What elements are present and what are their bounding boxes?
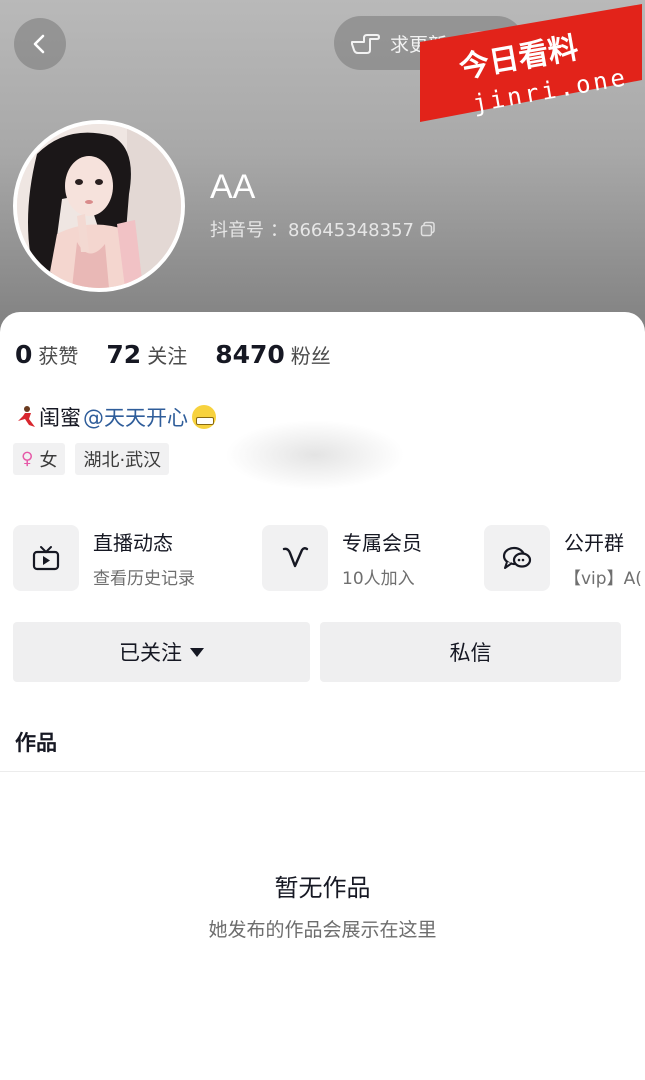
watermark-logo: 今日看料 jinri.one [420,4,642,122]
empty-state-title: 暂无作品 [274,874,371,902]
bio-mention-link[interactable]: @天天开心 [83,402,188,432]
nickname: AA [210,168,256,206]
feature-subtitle: 10人加入 [342,569,415,589]
gender-label: 女 [39,450,58,471]
stat-label: 粉丝 [290,344,331,368]
membership-feature-entry[interactable]: 专属会员 10人加入 [262,525,422,591]
location-tag: 湖北·武汉 [75,443,170,475]
tab-works[interactable]: 作品 [15,727,57,757]
pointing-hand-icon [351,34,380,54]
avatar-image [17,124,181,288]
location-label: 湖北·武汉 [83,450,162,471]
avatar[interactable] [13,120,185,292]
blurred-region [225,420,405,490]
stat-label: 获赞 [38,344,79,368]
female-icon: ♀ [21,449,34,469]
bio: 闺蜜 @天天开心 [15,402,216,432]
message-button[interactable]: 私信 [320,622,621,682]
dancer-emoji-icon [18,406,35,427]
stat-value: 72 [106,340,142,369]
feature-subtitle: 查看历史记录 [93,569,195,589]
stat-likes[interactable]: 0 获赞 [15,340,78,369]
profile-page: 求更新 AA 抖音号 ：86645348357 今日看料 jinri.one 0… [0,0,645,1080]
stat-value: 8470 [215,340,285,369]
following-label: 已关注 [119,641,182,665]
douyin-id-value: ：86645348357 [270,220,414,241]
chat-bubbles-icon [484,525,550,591]
feature-title: 直播动态 [93,531,173,555]
empty-state-subtitle: 她发布的作品会展示在这里 [208,919,437,941]
feature-title: 专属会员 [342,531,422,555]
feature-entries: 直播动态 查看历史记录 专属会员 10人加入 公开群 【vip】A( [13,525,645,593]
vip-v-icon [262,525,328,591]
stat-label: 关注 [147,344,188,368]
message-label: 私信 [449,641,492,665]
grin-emoji-icon [192,405,216,429]
following-button[interactable]: 已关注 [13,622,310,682]
back-button[interactable] [14,18,66,70]
gender-tag: ♀ 女 [13,443,66,475]
live-feature-entry[interactable]: 直播动态 查看历史记录 [13,525,195,591]
stat-followers[interactable]: 8470 粉丝 [215,340,331,369]
chevron-left-icon [33,34,45,54]
douyin-id: 抖音号 ：86645348357 [210,216,436,242]
group-feature-entry[interactable]: 公开群 【vip】A( [484,525,642,591]
stat-value: 0 [15,340,33,369]
copy-icon[interactable] [420,221,436,237]
profile-tags: ♀ 女 湖北·武汉 [13,443,170,475]
bio-text: 闺蜜 [39,406,81,430]
tv-icon [13,525,79,591]
douyin-id-label: 抖音号 [210,220,264,241]
stat-following[interactable]: 72 关注 [106,340,187,369]
feature-subtitle: 【vip】A( [564,569,642,589]
divider [0,771,645,772]
caret-down-icon [190,647,204,657]
feature-title: 公开群 [564,531,624,555]
stats-row: 0 获赞 72 关注 8470 粉丝 [15,340,331,369]
